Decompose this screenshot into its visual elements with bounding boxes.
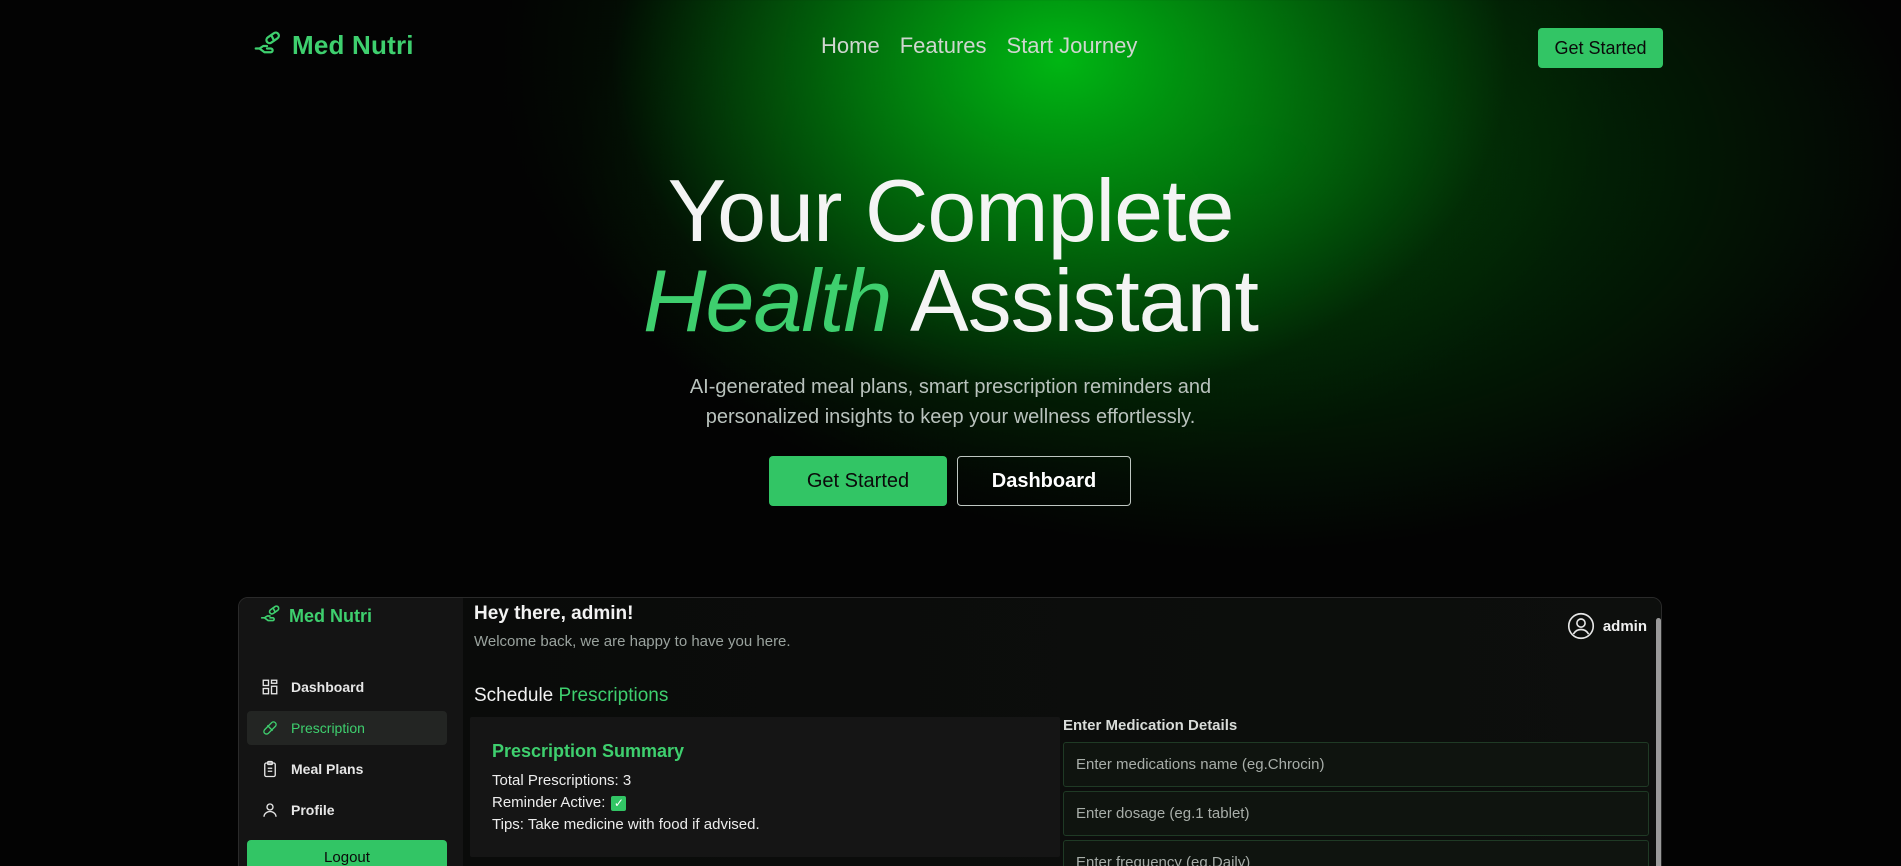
- hero-subtitle-line2: personalized insights to keep your welln…: [705, 406, 1196, 428]
- hero-subtitle: AI-generated meal plans, smart prescript…: [0, 372, 1901, 432]
- sidebar-item-meal-plans[interactable]: Meal Plans: [247, 752, 447, 786]
- greeting-heading: Hey there, admin!: [474, 603, 634, 624]
- hero-buttons: Get Started Dashboard: [769, 456, 1131, 506]
- preview-main: Hey there, admin! Welcome back, we are h…: [463, 598, 1661, 866]
- sidebar-item-profile[interactable]: Profile: [247, 793, 447, 827]
- clipboard-icon: [264, 760, 276, 778]
- pill-hand-icon: [260, 605, 280, 622]
- summary-reminder: Reminder Active: ✓: [492, 792, 1038, 814]
- checkmark-icon: ✓: [611, 795, 627, 811]
- nav-link-start-journey[interactable]: Start Journey: [1007, 33, 1138, 59]
- logout-button[interactable]: Logout: [247, 840, 447, 866]
- hero-title-line1: Your Complete: [667, 161, 1235, 260]
- hero-title-line2: Health Assistant: [0, 256, 1901, 346]
- sidebar-item-label: Meal Plans: [291, 761, 364, 777]
- hero-subtitle-line1: AI-generated meal plans, smart prescript…: [689, 376, 1212, 398]
- user-menu[interactable]: admin: [1567, 612, 1647, 640]
- prescription-summary-card: Prescription Summary Total Prescriptions…: [470, 717, 1060, 857]
- preview-scrollbar[interactable]: [1656, 618, 1661, 866]
- summary-title: Prescription Summary: [492, 741, 685, 761]
- hero-dashboard-button[interactable]: Dashboard: [957, 456, 1131, 506]
- hero-get-started-button[interactable]: Get Started: [769, 456, 947, 506]
- form-title: Enter Medication Details: [1063, 717, 1238, 734]
- user-icon: [263, 803, 277, 817]
- nav-get-started-button[interactable]: Get Started: [1538, 28, 1663, 68]
- grid-icon: [262, 679, 278, 695]
- preview-brand[interactable]: Med Nutri: [259, 605, 372, 627]
- nav-links: Home Features Start Journey: [821, 33, 1137, 59]
- pill-hand-icon: [254, 30, 280, 53]
- schedule-heading: Schedule Prescriptions: [474, 685, 668, 707]
- preview-brand-name: Med Nutri: [289, 605, 372, 626]
- medication-form: Enter Medication Details: [1063, 717, 1649, 866]
- sidebar-item-label: Profile: [291, 802, 335, 818]
- medication-name-input[interactable]: [1063, 742, 1649, 787]
- frequency-input[interactable]: [1063, 840, 1649, 866]
- user-name: admin: [1602, 617, 1647, 635]
- nav-link-home[interactable]: Home: [821, 33, 880, 59]
- schedule-heading-accent: Prescriptions: [558, 685, 669, 706]
- preview-sidebar: Med Nutri Dashboard Prescription Meal Pl…: [239, 598, 463, 866]
- dashboard-preview: Med Nutri Dashboard Prescription Meal Pl…: [238, 597, 1662, 866]
- schedule-heading-prefix: Schedule: [474, 685, 559, 706]
- top-navbar: Med Nutri Home Features Start Journey Ge…: [0, 0, 1901, 96]
- hero-title-accent: Health: [643, 251, 892, 350]
- user-circle-icon: [1567, 612, 1594, 640]
- welcome-text: Welcome back, we are happy to have you h…: [474, 633, 791, 650]
- nav-link-features[interactable]: Features: [900, 33, 987, 59]
- summary-total: Total Prescriptions: 3: [492, 772, 632, 789]
- sidebar-item-dashboard[interactable]: Dashboard: [247, 670, 447, 704]
- sidebar-item-prescription[interactable]: Prescription: [247, 711, 447, 745]
- preview-sidebar-menu: Dashboard Prescription Meal Plans Profil…: [247, 670, 447, 834]
- hero-title: Your Complete Health Assistant: [0, 166, 1901, 346]
- hero-title-rest: Assistant: [891, 251, 1259, 350]
- sidebar-item-label: Prescription: [291, 720, 365, 736]
- sidebar-item-label: Dashboard: [291, 679, 365, 695]
- brand-logo[interactable]: Med Nutri: [252, 30, 414, 61]
- brand-name: Med Nutri: [292, 30, 414, 60]
- pill-icon: [263, 721, 277, 735]
- dosage-input[interactable]: [1063, 791, 1649, 836]
- summary-tips: Tips: Take medicine with food if advised…: [492, 816, 760, 833]
- summary-reminder-label: Reminder Active:: [492, 794, 606, 811]
